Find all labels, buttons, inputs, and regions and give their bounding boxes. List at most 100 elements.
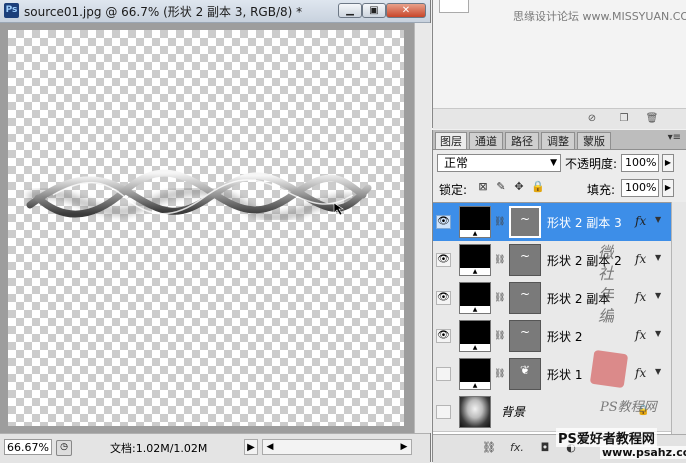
layer-thumbnail <box>459 358 491 390</box>
layer-name: 背景 <box>501 405 526 419</box>
panel-thumbnail <box>439 0 469 13</box>
zoom-level-field[interactable]: 66.67% <box>4 439 52 455</box>
expand-effects-icon[interactable]: ▼ <box>655 291 661 300</box>
tab-layers[interactable]: 图层 <box>435 132 467 149</box>
layer-row[interactable]: ⛓ ❦ 形状 1 fx ▼ <box>433 355 671 394</box>
expand-effects-icon[interactable]: ▼ <box>655 215 661 224</box>
vector-mask-thumbnail[interactable]: ~ <box>509 320 541 352</box>
document-title: source01.jpg @ 66.7% (形状 2 副本 3, RGB/8) … <box>24 5 303 19</box>
site-name-watermark: PS爱好者教程网 <box>556 428 657 447</box>
fx-icon[interactable]: fx <box>635 290 646 304</box>
upper-panel-footer: ⊘ ❐ 🗑 <box>433 108 686 129</box>
cursive-watermark: PS教程网 <box>600 400 657 415</box>
tab-paths[interactable]: 路径 <box>505 132 539 149</box>
background-thumbnail <box>459 396 491 428</box>
expand-effects-icon[interactable]: ▼ <box>655 329 661 338</box>
expand-effects-icon[interactable]: ▼ <box>655 253 661 262</box>
cursive-watermark-vertical: 微 社 年 编 <box>595 244 614 324</box>
upper-panel: 思缘设计论坛 www.MISSYUAN.COM ⊘ ❐ 🗑 <box>432 0 686 129</box>
vertical-scrollbar[interactable] <box>414 23 431 433</box>
lock-label: 锁定: <box>439 183 468 197</box>
restore-icon: ▣ <box>369 5 379 16</box>
photoshop-icon: Ps <box>4 3 19 18</box>
layer-thumbnail <box>459 282 491 314</box>
layer-thumbnail <box>459 244 491 276</box>
layer-row[interactable]: 👁 ⛓ ~ 形状 2 fx ▼ <box>433 317 671 356</box>
fx-icon[interactable]: fx <box>635 214 646 228</box>
layer-name: 形状 2 副本 3 <box>547 216 622 230</box>
minimize-icon: ▁ <box>346 5 354 16</box>
site-url-watermark: www.psahz.com <box>600 446 686 459</box>
expand-effects-icon[interactable]: ▼ <box>655 367 661 376</box>
eye-icon[interactable]: 👁 <box>436 291 451 305</box>
panel-menu-icon[interactable]: ▾≡ <box>668 132 681 143</box>
layer-row[interactable]: 👁 ⛓ ~ 形状 2 副本 fx ▼ <box>433 279 671 318</box>
visibility-toggle-empty[interactable] <box>436 367 451 381</box>
document-size-info: 文档:1.02M/1.02M <box>110 442 208 455</box>
fx-icon[interactable]: fx <box>635 328 646 342</box>
no-symbol-icon[interactable]: ⊘ <box>585 112 599 126</box>
panel-tabs: 图层 通道 路径 调整 蒙版 ▾≡ <box>433 130 686 150</box>
twisted-ribbon-artwork <box>26 169 372 222</box>
fx-icon[interactable]: fx <box>635 252 646 266</box>
close-button[interactable]: ✕ <box>386 3 426 18</box>
lock-brush-icon[interactable]: ✎ <box>495 181 507 193</box>
visibility-toggle-empty[interactable] <box>436 405 451 419</box>
tab-channels[interactable]: 通道 <box>469 132 503 149</box>
fx-icon[interactable]: fx <box>635 366 646 380</box>
vector-mask-thumbnail[interactable]: ~ <box>509 282 541 314</box>
chevron-down-icon: ▼ <box>550 158 557 168</box>
fill-slider-arrow[interactable]: ▶ <box>662 179 674 197</box>
canvas-area[interactable] <box>0 23 414 433</box>
fill-field[interactable]: 100% <box>621 179 659 197</box>
canvas[interactable] <box>8 30 404 426</box>
layer-thumbnail <box>459 206 491 238</box>
vector-mask-thumbnail[interactable]: ❦ <box>509 358 541 390</box>
tab-masks[interactable]: 蒙版 <box>577 132 611 149</box>
lock-all-icon[interactable]: 🔒 <box>531 181 545 193</box>
scroll-left-icon[interactable]: ◀ <box>263 440 277 454</box>
red-seal-stamp <box>589 349 629 389</box>
watermark-top: 思缘设计论坛 www.MISSYUAN.COM <box>513 10 686 23</box>
tab-adjustments[interactable]: 调整 <box>541 132 575 149</box>
opacity-label: 不透明度: <box>565 157 618 171</box>
link-chain-icon: ⛓ <box>494 293 506 303</box>
link-chain-icon: ⛓ <box>494 331 506 341</box>
add-mask-icon[interactable]: ◘ <box>537 441 553 455</box>
layer-row[interactable]: 👁 ⛓ ~ 形状 2 副本 3 fx ▼ <box>433 203 671 242</box>
link-chain-icon: ⛓ <box>494 217 506 227</box>
layer-thumbnail <box>459 320 491 352</box>
blend-mode-select[interactable]: 正常 ▼ <box>437 154 561 172</box>
layer-row[interactable]: 👁 ⛓ ~ 形状 2 副本 2 fx ▼ <box>433 241 671 280</box>
restore-button[interactable]: ▣ <box>362 3 386 18</box>
document-window: Ps source01.jpg @ 66.7% (形状 2 副本 3, RGB/… <box>0 0 431 463</box>
vector-mask-thumbnail[interactable]: ~ <box>509 206 541 238</box>
blend-mode-value: 正常 <box>444 156 469 170</box>
trash-icon[interactable]: 🗑 <box>645 112 659 126</box>
eye-icon[interactable]: 👁 <box>436 253 451 267</box>
lock-transparent-icon[interactable]: ⊠ <box>477 181 489 193</box>
minimize-button[interactable]: ▁ <box>338 3 362 18</box>
new-item-icon[interactable]: ❐ <box>617 112 631 126</box>
opacity-field[interactable]: 100% <box>621 154 659 172</box>
add-style-icon[interactable]: fx. <box>509 441 525 455</box>
lock-move-icon[interactable]: ✥ <box>513 181 525 193</box>
link-chain-icon: ⛓ <box>494 255 506 265</box>
document-titlebar[interactable]: Ps source01.jpg @ 66.7% (形状 2 副本 3, RGB/… <box>0 0 430 23</box>
eye-icon[interactable]: 👁 <box>436 329 451 343</box>
status-info-arrow[interactable]: ▶ <box>244 439 258 455</box>
link-layers-icon[interactable]: ⛓ <box>481 441 497 455</box>
eye-icon[interactable]: 👁 <box>436 215 451 229</box>
status-bar: 66.67% ◷ 文档:1.02M/1.02M ▶ ◀ ▶ <box>0 433 430 463</box>
layer-name: 形状 2 <box>547 330 583 344</box>
horizontal-scrollbar[interactable]: ◀ ▶ <box>262 439 412 455</box>
status-menu-icon[interactable]: ◷ <box>56 440 72 456</box>
link-chain-icon: ⛓ <box>494 369 506 379</box>
scroll-right-icon[interactable]: ▶ <box>397 440 411 454</box>
opacity-slider-arrow[interactable]: ▶ <box>662 154 674 172</box>
layer-name: 形状 1 <box>547 368 583 382</box>
fill-label: 填充: <box>587 183 616 197</box>
layers-scrollbar[interactable] <box>671 202 686 434</box>
vector-mask-thumbnail[interactable]: ~ <box>509 244 541 276</box>
close-icon: ✕ <box>401 5 411 16</box>
